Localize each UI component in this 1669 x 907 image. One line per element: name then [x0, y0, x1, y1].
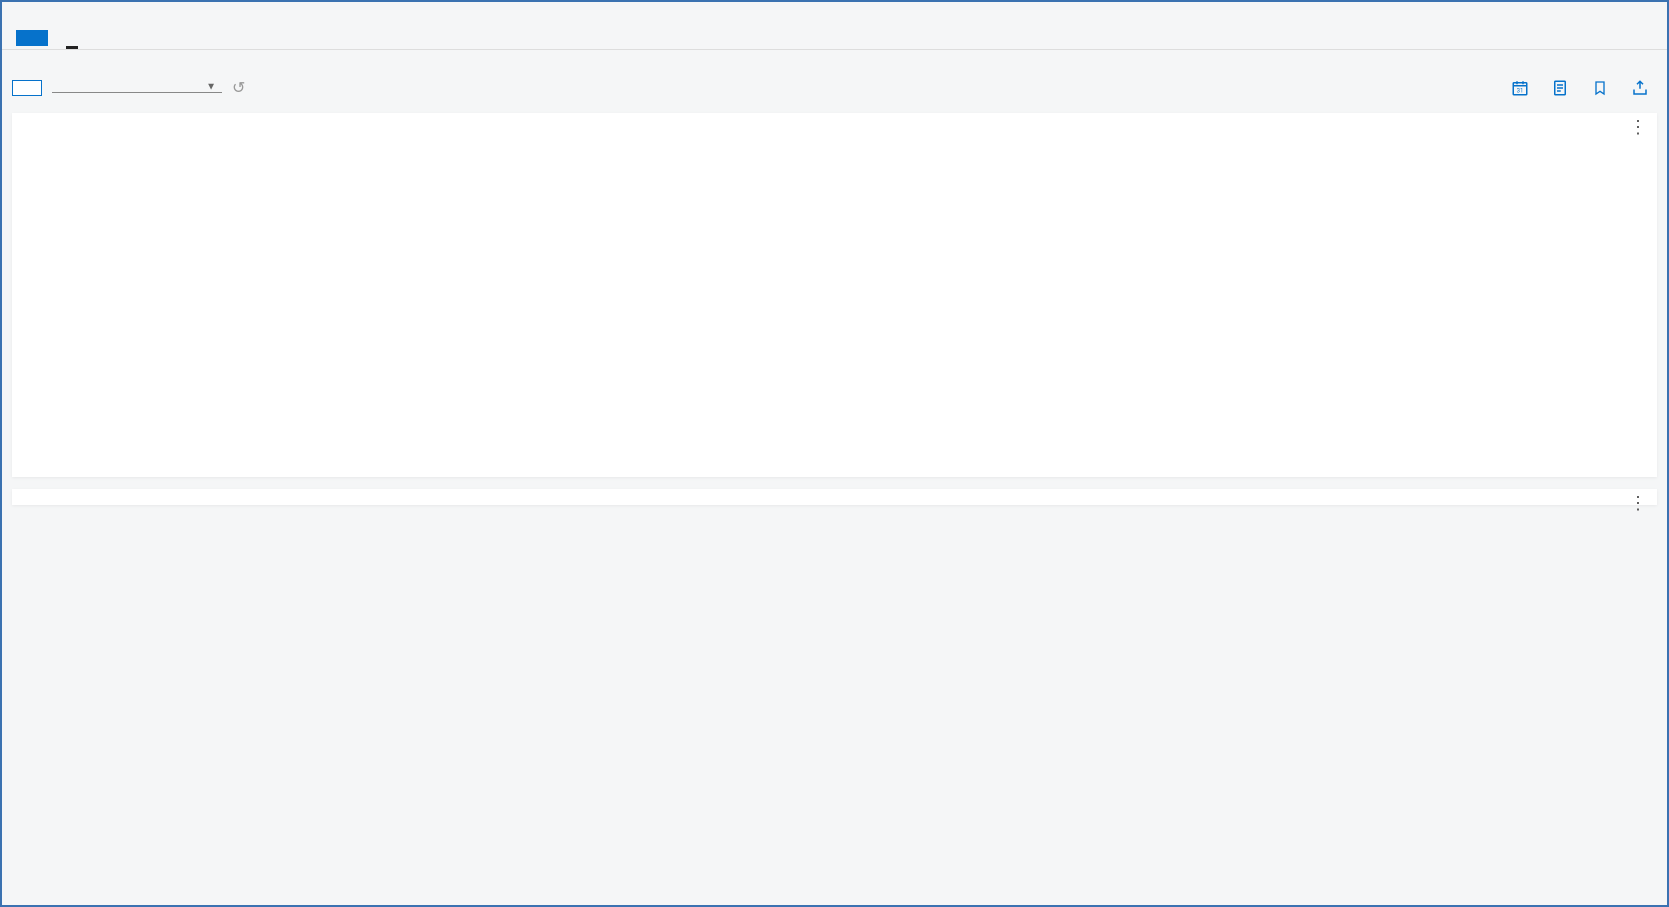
table-panel: ⋮	[12, 489, 1657, 505]
report-title	[2, 50, 1667, 78]
bookmark-icon[interactable]	[1591, 79, 1609, 97]
panel-kebab-menu[interactable]: ⋮	[1629, 123, 1647, 134]
line-chart-panel: ⋮	[12, 113, 1657, 477]
svg-text:31: 31	[1517, 87, 1524, 94]
line-chart-title	[12, 113, 1657, 129]
add-tab-button[interactable]	[96, 34, 112, 42]
page-title	[2, 2, 1667, 26]
schedule-icon[interactable]: 31	[1511, 79, 1529, 97]
timerange-select[interactable]: ▼	[52, 82, 222, 93]
table-panel-title	[12, 489, 1657, 505]
chevron-down-icon: ▼	[206, 82, 216, 93]
panel-kebab-menu[interactable]: ⋮	[1629, 499, 1647, 510]
create-report-button[interactable]	[16, 30, 48, 46]
tabs-row	[2, 26, 1667, 50]
tab-example-report[interactable]	[66, 26, 78, 49]
reset-icon[interactable]: ↺	[228, 78, 249, 97]
report-toolbar: ▼ ↺ 31	[2, 78, 1667, 107]
report-list-icon[interactable]	[1551, 79, 1569, 97]
chart-legend	[1430, 129, 1645, 459]
line-chart[interactable]	[24, 129, 1430, 459]
export-icon[interactable]	[1631, 79, 1649, 97]
add-content-button[interactable]	[12, 80, 42, 96]
